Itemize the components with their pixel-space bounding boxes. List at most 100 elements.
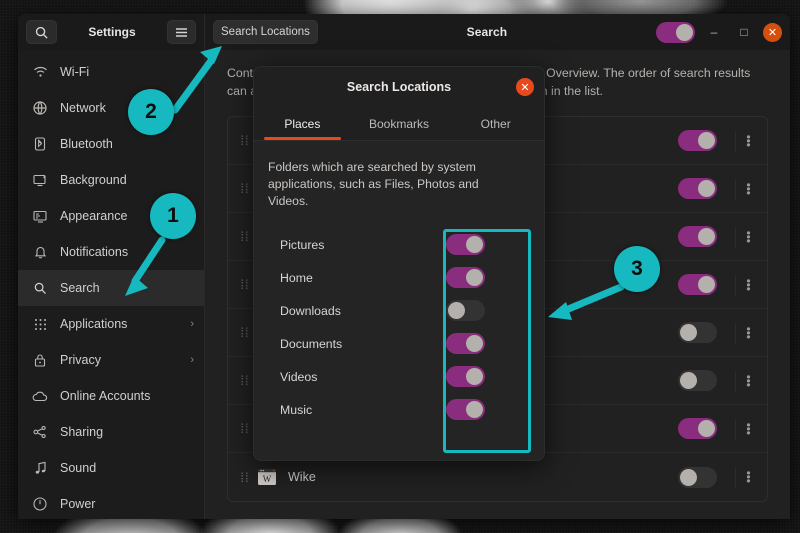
place-label: Videos — [268, 370, 446, 384]
sidebar-item-sound[interactable]: Sound — [18, 450, 204, 486]
app-toggle[interactable] — [678, 370, 717, 391]
sidebar-item-bluetooth[interactable]: Bluetooth — [18, 126, 204, 162]
toggle-knob — [680, 324, 697, 341]
sidebar-item-label: Search — [60, 281, 182, 295]
places-toggles-highlight — [443, 229, 531, 453]
sidebar-item-label: Online Accounts — [60, 389, 182, 403]
app-toggle[interactable] — [678, 274, 717, 295]
sidebar-item-label: Background — [60, 173, 182, 187]
tab-bookmarks[interactable]: Bookmarks — [351, 107, 448, 140]
screenshot-root: Settings Search Locations Search – □ ✕ — [0, 0, 800, 533]
drag-handle-icon[interactable]: ⁞⁞ — [234, 471, 256, 484]
search-master-toggle[interactable] — [656, 22, 695, 43]
search-icon[interactable] — [26, 20, 57, 44]
sound-note-icon — [32, 460, 48, 476]
app-name: Wike — [288, 470, 678, 484]
background-icon — [32, 172, 48, 188]
chevron-right-icon: › — [190, 354, 194, 366]
appearance-icon — [32, 208, 48, 224]
sidebar-item-label: Sound — [60, 461, 182, 475]
place-label: Pictures — [268, 238, 446, 252]
bluetooth-icon — [32, 136, 48, 152]
settings-sidebar: Wi-Fi Network — [18, 50, 205, 519]
sidebar-item-label: Notifications — [60, 245, 182, 259]
sidebar-item-search[interactable]: Search — [18, 270, 204, 306]
place-label: Documents — [268, 337, 446, 351]
network-globe-icon — [32, 100, 48, 116]
app-toggle[interactable] — [678, 226, 717, 247]
annotation-marker-2: 2 — [128, 89, 174, 135]
sidebar-item-label: Bluetooth — [60, 137, 182, 151]
sidebar-item-label: Privacy — [60, 353, 178, 367]
annotation-number: 1 — [167, 204, 179, 228]
place-label: Music — [268, 403, 446, 417]
row-menu-icon[interactable]: ••• — [735, 131, 761, 151]
toggle-knob — [698, 420, 715, 437]
sidebar-header-title: Settings — [63, 25, 161, 39]
place-label: Downloads — [268, 304, 446, 318]
sidebar-item-notifications[interactable]: Notifications — [18, 234, 204, 270]
sidebar-item-applications[interactable]: Applications › — [18, 306, 204, 342]
applications-grid-icon — [32, 316, 48, 332]
sidebar-item-label: Applications — [60, 317, 178, 331]
annotation-marker-1: 1 — [150, 193, 196, 239]
sidebar-item-sharing[interactable]: Sharing — [18, 414, 204, 450]
row-menu-icon[interactable]: ••• — [735, 227, 761, 247]
toggle-knob — [698, 228, 715, 245]
sidebar-headerbar: Settings — [18, 14, 205, 50]
sidebar-item-label: Power — [60, 497, 182, 511]
search-locations-button[interactable]: Search Locations — [213, 20, 318, 44]
tab-other[interactable]: Other — [447, 107, 544, 140]
row-menu-icon[interactable]: ••• — [735, 179, 761, 199]
page-title: Search — [326, 25, 648, 39]
sidebar-item-power[interactable]: Power — [18, 486, 204, 519]
notifications-icon — [32, 244, 48, 260]
toggle-knob — [676, 24, 693, 41]
sidebar-item-online-accounts[interactable]: Online Accounts — [18, 378, 204, 414]
sidebar-item-network[interactable]: Network — [18, 90, 204, 126]
app-toggle[interactable] — [678, 322, 717, 343]
sidebar-item-label: Wi-Fi — [60, 65, 182, 79]
tab-places[interactable]: Places — [254, 107, 351, 140]
dialog-tabs: Places Bookmarks Other — [254, 107, 544, 141]
annotation-number: 2 — [145, 100, 157, 124]
privacy-lock-icon — [32, 352, 48, 368]
window-titlebar: Settings Search Locations Search – □ ✕ — [18, 14, 790, 50]
row-menu-icon[interactable]: ••• — [735, 275, 761, 295]
chevron-right-icon: › — [190, 318, 194, 330]
minimize-button[interactable]: – — [703, 21, 725, 43]
power-icon — [32, 496, 48, 512]
search-icon — [32, 280, 48, 296]
sidebar-item-wifi[interactable]: Wi-Fi — [18, 54, 204, 90]
close-button[interactable]: ✕ — [763, 23, 782, 42]
toggle-knob — [698, 132, 715, 149]
sidebar-item-label: Sharing — [60, 425, 182, 439]
row-menu-icon[interactable]: ••• — [735, 467, 761, 487]
dialog-close-icon[interactable]: ✕ — [516, 78, 534, 96]
cloud-icon — [32, 388, 48, 404]
app-toggle[interactable] — [678, 467, 717, 488]
toggle-knob — [698, 276, 715, 293]
hamburger-menu-icon[interactable] — [167, 20, 196, 44]
app-toggle[interactable] — [678, 130, 717, 151]
main-headerbar: Search Locations Search – □ ✕ — [205, 14, 790, 50]
sidebar-item-privacy[interactable]: Privacy › — [18, 342, 204, 378]
dialog-title: Search Locations — [264, 80, 534, 94]
toggle-knob — [698, 180, 715, 197]
toggle-knob — [680, 372, 697, 389]
maximize-button[interactable]: □ — [733, 21, 755, 43]
row-menu-icon[interactable]: ••• — [735, 419, 761, 439]
svg-text:W: W — [263, 474, 272, 484]
row-menu-icon[interactable]: ••• — [735, 323, 761, 343]
app-toggle[interactable] — [678, 418, 717, 439]
dialog-description: Folders which are searched by system app… — [268, 159, 483, 210]
sharing-icon — [32, 424, 48, 440]
wike-app-icon: W — [256, 466, 278, 488]
toggle-knob — [680, 469, 697, 486]
dialog-headerbar: Search Locations ✕ — [254, 67, 544, 107]
annotation-marker-3: 3 — [614, 246, 660, 292]
place-label: Home — [268, 271, 446, 285]
row-menu-icon[interactable]: ••• — [735, 371, 761, 391]
app-toggle[interactable] — [678, 178, 717, 199]
annotation-number: 3 — [631, 257, 643, 281]
